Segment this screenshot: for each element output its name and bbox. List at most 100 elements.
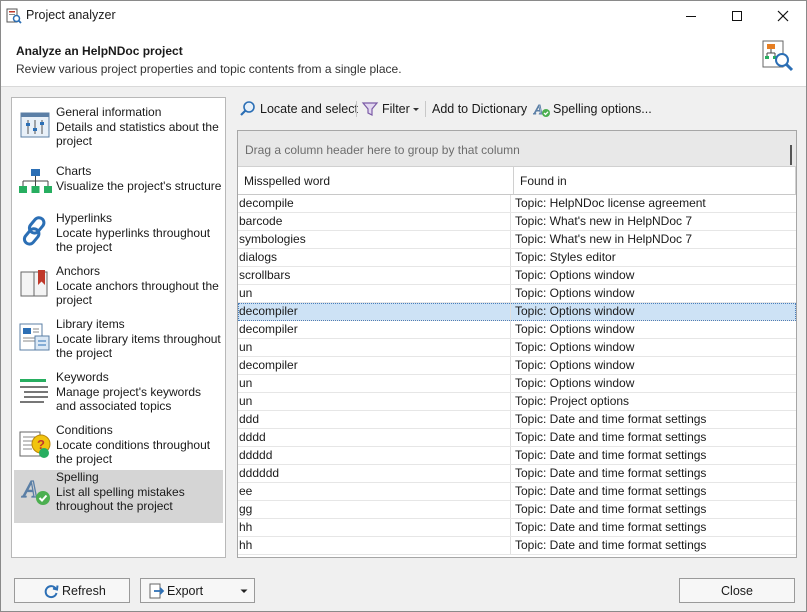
table-row[interactable]: decompile Topic: HelpNDoc license agreeme…	[238, 195, 796, 213]
title-bar: Project analyzer	[1, 1, 806, 31]
spelling-options-button[interactable]: A Spelling options...	[533, 97, 652, 121]
table-row[interactable]: gg Topic: Date and time format settings	[238, 501, 796, 519]
close-window-button[interactable]	[760, 1, 806, 31]
nav-item-spelling[interactable]: A Spelling List all spelling mistakes th…	[14, 470, 223, 523]
chevron-down-icon	[240, 589, 248, 593]
table-row[interactable]: un Topic: Options window	[238, 375, 796, 393]
nav-item-title: Spelling	[56, 470, 99, 484]
maximize-button[interactable]	[714, 1, 760, 31]
nav-item-hyperlinks[interactable]: Hyperlinks Locate hyperlinks throughout …	[14, 211, 223, 264]
minimize-icon	[686, 16, 696, 17]
nav-item-title: General information	[56, 105, 162, 119]
filter-icon	[361, 102, 379, 116]
table-row[interactable]: scrollbars Topic: Options window	[238, 267, 796, 285]
misspelled-word-cell: un	[239, 393, 511, 410]
misspelled-word-cell: un	[239, 375, 511, 392]
table-row[interactable]: dialogs Topic: Styles editor	[238, 249, 796, 267]
header-title: Analyze an HelpNDoc project	[16, 44, 183, 58]
nav-item-description: Visualize the project's structure	[56, 179, 222, 193]
sliders-icon	[20, 112, 50, 138]
nav-item-description: List all spelling mistakes throughout th…	[56, 485, 185, 513]
misspelled-word-cell: dddddd	[239, 465, 511, 482]
misspelled-word-cell: hh	[239, 519, 511, 536]
nav-item-description: Locate hyperlinks throughout the project	[56, 226, 211, 254]
nav-item-title: Anchors	[56, 264, 101, 278]
table-row[interactable]: barcode Topic: What's new in HelpNDoc 7	[238, 213, 796, 231]
spelling-check-icon: A	[20, 476, 50, 505]
nav-item-conditions[interactable]: ? Conditions Locate conditions throughou…	[14, 423, 223, 476]
nav-item-description: Manage project's keywords and associated…	[56, 385, 202, 413]
table-row[interactable]: ddddd Topic: Date and time format setting…	[238, 447, 796, 465]
misspelled-word-cell: decompiler	[239, 303, 511, 320]
refresh-label: Refresh	[62, 583, 106, 598]
misspelled-word-cell: dialogs	[239, 249, 511, 266]
misspelled-word-cell: decompiler	[239, 321, 511, 338]
found-in-cell: Topic: Date and time format settings	[515, 538, 707, 552]
table-row[interactable]: symbologies Topic: What's new in HelpNDoc…	[238, 231, 796, 249]
header-subtitle: Review various project properties and to…	[16, 62, 402, 76]
table-row[interactable]: ddd Topic: Date and time format settings	[238, 411, 796, 429]
nav-item-keywords[interactable]: Keywords Manage project's keywords and a…	[14, 370, 223, 423]
table-row[interactable]: un Topic: Options window	[238, 285, 796, 303]
misspelled-word-cell: decompile	[239, 195, 511, 212]
nav-item-library-items[interactable]: Library items Locate library items throu…	[14, 317, 223, 370]
minimize-button[interactable]	[668, 1, 714, 31]
table-row[interactable]: un Topic: Project options	[238, 393, 796, 411]
found-in-cell: Topic: What's new in HelpNDoc 7	[515, 214, 693, 228]
filter-dropdown-button[interactable]: Filter	[361, 97, 420, 121]
table-row[interactable]: hh Topic: Date and time format settings	[238, 537, 796, 555]
add-to-dictionary-button[interactable]: Add to Dictionary	[432, 97, 527, 121]
close-icon	[777, 10, 789, 22]
found-in-cell: Topic: Options window	[515, 268, 635, 282]
found-in-cell: Topic: Options window	[515, 340, 635, 354]
nav-item-title: Keywords	[56, 370, 109, 384]
misspelled-word-cell: gg	[239, 501, 511, 518]
grid-rows: decompile Topic: HelpNDoc license agreeme…	[238, 195, 796, 555]
found-in-cell: Topic: What's new in HelpNDoc 7	[515, 232, 693, 246]
nav-item-description: Details and statistics about the project	[56, 120, 219, 148]
table-row[interactable]: decompiler Topic: Options window	[238, 321, 796, 339]
table-row[interactable]: dddddd Topic: Date and time format settin…	[238, 465, 796, 483]
misspelled-word-cell: ddd	[239, 411, 511, 428]
found-in-cell: Topic: Date and time format settings	[515, 430, 707, 444]
table-row[interactable]: un Topic: Options window	[238, 339, 796, 357]
nav-item-charts[interactable]: Charts Visualize the project's structure	[14, 164, 223, 217]
found-in-cell: Topic: Options window	[515, 358, 635, 372]
close-label: Close	[721, 583, 753, 598]
search-icon	[240, 101, 255, 116]
misspelled-word-cell: un	[239, 285, 511, 302]
refresh-button[interactable]: Refresh	[14, 578, 130, 603]
found-in-cell: Topic: HelpNDoc license agreement	[515, 196, 706, 210]
misspelled-word-cell: scrollbars	[239, 267, 511, 284]
misspelled-word-cell: hh	[239, 537, 511, 554]
table-row[interactable]: decompiler Topic: Options window	[238, 303, 796, 321]
nav-item-general-information[interactable]: General information Details and statisti…	[14, 105, 223, 158]
export-icon	[149, 583, 165, 599]
toolbar-divider	[356, 101, 357, 117]
nav-item-title: Conditions	[56, 423, 113, 437]
table-row[interactable]: dddd Topic: Date and time format settings	[238, 429, 796, 447]
group-by-panel[interactable]: Drag a column header here to group by th…	[238, 131, 796, 167]
misspelled-word-cell: ddddd	[239, 447, 511, 464]
misspelled-word-cell: un	[239, 339, 511, 356]
bookmark-book-icon	[20, 270, 48, 297]
spelling-options-label: Spelling options...	[553, 102, 652, 116]
found-in-cell: Topic: Project options	[515, 394, 630, 408]
column-header-misspelled-word[interactable]: Misspelled word	[238, 167, 514, 195]
found-in-cell: Topic: Options window	[515, 322, 635, 336]
found-in-cell: Topic: Options window	[515, 286, 635, 300]
column-header-found-in[interactable]: Found in	[514, 167, 796, 195]
group-by-hint: Drag a column header here to group by th…	[245, 143, 520, 157]
table-row[interactable]: hh Topic: Date and time format settings	[238, 519, 796, 537]
nav-item-title: Charts	[56, 164, 92, 178]
found-in-cell: Topic: Date and time format settings	[515, 520, 707, 534]
nav-item-anchors[interactable]: Anchors Locate anchors throughout the pr…	[14, 264, 223, 317]
table-row[interactable]: decompiler Topic: Options window	[238, 357, 796, 375]
locate-and-select-button[interactable]: Locate and select	[239, 97, 358, 121]
found-in-cell: Topic: Date and time format settings	[515, 484, 707, 498]
export-dropdown-button[interactable]: Export	[140, 578, 255, 603]
close-button[interactable]: Close	[679, 578, 795, 603]
chain-link-icon	[22, 216, 46, 246]
table-row[interactable]: ee Topic: Date and time format settings	[238, 483, 796, 501]
keywords-list-icon	[20, 379, 48, 403]
